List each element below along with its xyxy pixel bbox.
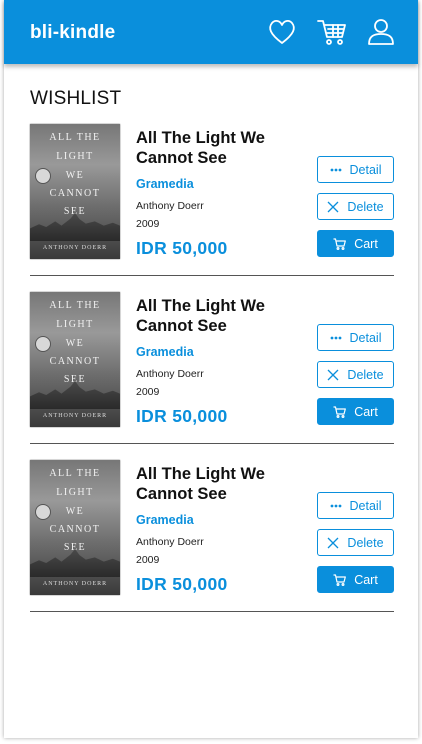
book-year: 2009 [136, 218, 160, 230]
delete-button-label: Delete [347, 535, 384, 550]
cart-icon [333, 405, 347, 418]
delete-button-label: Delete [347, 367, 384, 382]
item-divider [30, 611, 394, 612]
book-cover[interactable]: ALL THE LIGHT WE CANNOT SEE ANTHONY DOER… [30, 124, 120, 259]
item-divider [30, 275, 394, 276]
more-dots-icon [330, 168, 342, 172]
book-price: IDR 50,000 [136, 406, 228, 426]
cart-button-label: Cart [354, 572, 378, 587]
close-icon [327, 369, 339, 381]
detail-button-label: Detail [349, 498, 382, 513]
detail-button[interactable]: Detail [317, 492, 394, 519]
book-author: Anthony Doerr [136, 368, 204, 380]
cart-button-label: Cart [354, 236, 378, 251]
wishlist-item: ALL THE LIGHT WE CANNOT SEE ANTHONY DOER… [30, 124, 394, 292]
book-publisher: Gramedia [136, 513, 194, 527]
add-to-cart-button[interactable]: Cart [317, 566, 394, 593]
book-title[interactable]: All The Light We Cannot See [136, 296, 286, 336]
cover-title-line: LIGHT [56, 319, 94, 330]
cover-illustration [30, 549, 120, 577]
top-bar: bli-kindle [4, 0, 418, 64]
brand-logo[interactable]: bli-kindle [30, 22, 115, 44]
book-publisher: Gramedia [136, 177, 194, 191]
cover-title-line: LIGHT [56, 151, 94, 162]
detail-button-label: Detail [349, 330, 382, 345]
award-seal-icon [35, 336, 51, 352]
cover-illustration [30, 213, 120, 241]
cover-illustration [30, 381, 120, 409]
book-year: 2009 [136, 554, 160, 566]
book-title[interactable]: All The Light We Cannot See [136, 464, 286, 504]
cover-title-line: LIGHT [56, 487, 94, 498]
cart-icon [333, 573, 347, 586]
wishlist-item: ALL THE LIGHT WE CANNOT SEE ANTHONY DOER… [30, 292, 394, 460]
cover-author: ANTHONY DOERR [42, 245, 108, 251]
delete-button-label: Delete [347, 199, 384, 214]
app-frame: bli-kindle WISHLIST ALL THE LIGHT WE CAN… [4, 0, 418, 738]
add-to-cart-button[interactable]: Cart [317, 230, 394, 257]
book-title[interactable]: All The Light We Cannot See [136, 128, 286, 168]
close-icon [327, 201, 339, 213]
cart-icon[interactable] [316, 16, 348, 48]
delete-button[interactable]: Delete [317, 529, 394, 556]
cover-title-line: ALL THE [49, 300, 101, 311]
book-author: Anthony Doerr [136, 200, 204, 212]
book-year: 2009 [136, 386, 160, 398]
book-cover[interactable]: ALL THE LIGHT WE CANNOT SEE ANTHONY DOER… [30, 460, 120, 595]
cart-icon [333, 237, 347, 250]
book-price: IDR 50,000 [136, 574, 228, 594]
cover-title-line: CANNOT [49, 356, 101, 367]
book-cover[interactable]: ALL THE LIGHT WE CANNOT SEE ANTHONY DOER… [30, 292, 120, 427]
award-seal-icon [35, 504, 51, 520]
more-dots-icon [330, 504, 342, 508]
cover-author: ANTHONY DOERR [42, 413, 108, 419]
user-icon[interactable] [365, 16, 397, 48]
book-price: IDR 50,000 [136, 238, 228, 258]
book-author: Anthony Doerr [136, 536, 204, 548]
wishlist-item: ALL THE LIGHT WE CANNOT SEE ANTHONY DOER… [30, 460, 394, 628]
cover-title-line: ALL THE [49, 468, 101, 479]
add-to-cart-button[interactable]: Cart [317, 398, 394, 425]
heart-icon[interactable] [266, 16, 298, 48]
detail-button[interactable]: Detail [317, 324, 394, 351]
cover-author: ANTHONY DOERR [42, 581, 108, 587]
delete-button[interactable]: Delete [317, 361, 394, 388]
detail-button-label: Detail [349, 162, 382, 177]
cart-button-label: Cart [354, 404, 378, 419]
cover-title-line: CANNOT [49, 188, 101, 199]
award-seal-icon [35, 168, 51, 184]
more-dots-icon [330, 336, 342, 340]
cover-title-line: ALL THE [49, 132, 101, 143]
item-divider [30, 443, 394, 444]
close-icon [327, 537, 339, 549]
page-title: WISHLIST [30, 88, 122, 109]
delete-button[interactable]: Delete [317, 193, 394, 220]
detail-button[interactable]: Detail [317, 156, 394, 183]
book-publisher: Gramedia [136, 345, 194, 359]
cover-title-line: CANNOT [49, 524, 101, 535]
